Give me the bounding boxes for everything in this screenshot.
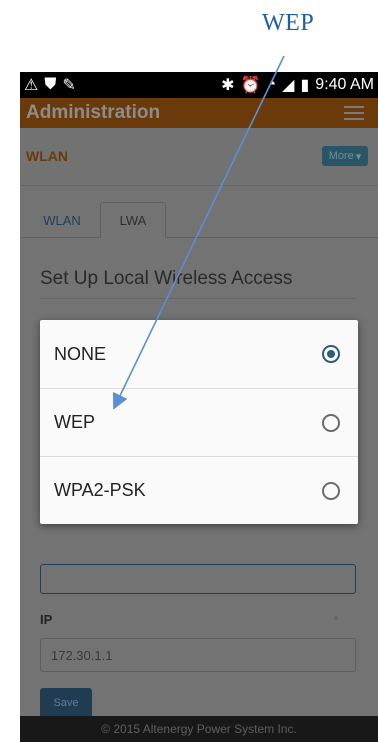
app-bar: Administration — [20, 98, 378, 128]
annotation-label: WEP — [262, 10, 315, 36]
tab-bar: WLAN LWA — [20, 202, 378, 238]
divider — [40, 298, 356, 299]
status-time: 9:40 AM — [315, 76, 374, 93]
signal-icon: ◢ — [282, 77, 295, 94]
radio-icon[interactable] — [322, 413, 340, 432]
section-bar: WLAN More ▾ — [20, 128, 378, 186]
radio-selected-icon[interactable] — [322, 345, 340, 363]
wifi-icon: ◔ — [266, 76, 277, 93]
security-select[interactable] — [40, 564, 356, 594]
shield-icon: ⛊ — [44, 76, 57, 93]
status-dot — [334, 616, 338, 620]
menu-icon[interactable] — [344, 106, 364, 120]
more-button[interactable]: More ▾ — [322, 146, 368, 166]
ip-input[interactable]: 172.30.1.1 — [40, 638, 356, 672]
option-wpa2-psk[interactable]: WPA2-PSK — [40, 456, 358, 524]
tab-lwa[interactable]: LWA — [100, 202, 166, 238]
section-title: WLAN — [26, 148, 68, 164]
battery-icon: ▮ — [300, 77, 310, 94]
alarm-icon: ⏰ — [240, 77, 261, 94]
caret-down-icon: ▾ — [355, 150, 362, 163]
page-heading: Set Up Local Wireless Access — [40, 268, 293, 289]
option-label: WEP — [54, 412, 96, 432]
footer: © 2015 Altenergy Power System Inc. — [20, 716, 378, 742]
save-button[interactable]: Save — [40, 688, 92, 718]
status-bar: ⚠ ⛊ ✎ ✱ ⏰ ◔ ◢ ▮ 9:40 AM — [20, 72, 378, 98]
bluetooth-icon: ✱ — [221, 77, 235, 94]
annotation-area: WEP — [0, 0, 378, 72]
app-title: Administration — [26, 102, 161, 123]
pen-icon: ✎ — [62, 77, 76, 94]
tab-wlan[interactable]: WLAN — [32, 202, 92, 238]
option-none[interactable]: NONE — [40, 320, 358, 388]
notification-icon: ⚠ — [24, 77, 39, 94]
ip-label: IP — [40, 612, 53, 627]
option-wep[interactable]: WEP — [40, 388, 358, 456]
more-button-label: More — [328, 150, 354, 162]
phone-screen: ⚠ ⛊ ✎ ✱ ⏰ ◔ ◢ ▮ 9:40 AM Administration W… — [20, 72, 378, 742]
security-type-dialog: NONE WEP WPA2-PSK — [40, 320, 358, 524]
option-label: WPA2-PSK — [54, 480, 146, 500]
option-label: NONE — [54, 343, 107, 364]
radio-icon[interactable] — [322, 481, 340, 500]
